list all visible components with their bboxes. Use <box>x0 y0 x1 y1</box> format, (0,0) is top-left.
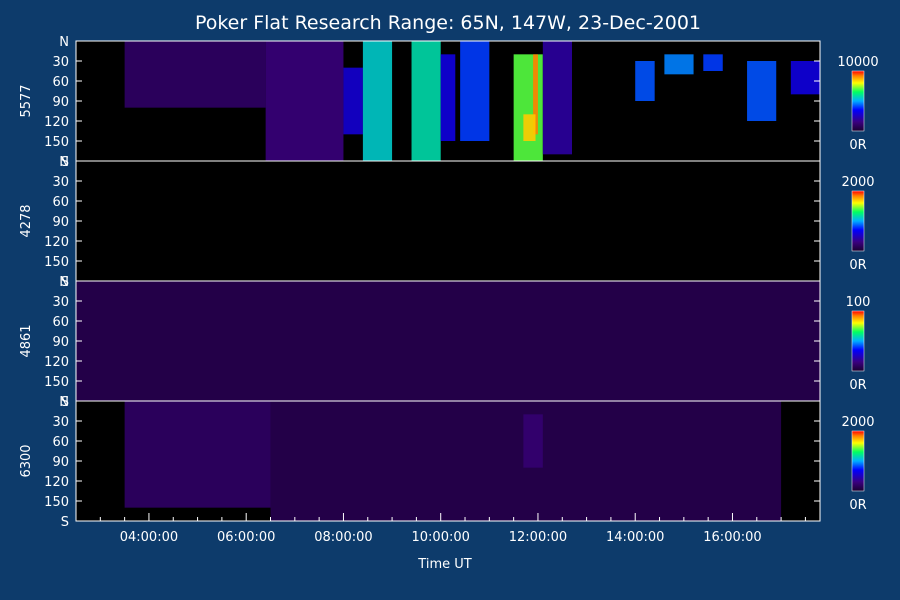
emission-region <box>124 41 266 108</box>
colorbar-4278: 2000 0R <box>841 175 874 273</box>
y-tick-label: N <box>59 395 69 410</box>
colorbar-max-label: 10000 <box>837 55 878 70</box>
emission-region <box>411 41 441 161</box>
y-tick-label: 150 <box>44 375 69 390</box>
panel-wavelength-label: 4278 <box>19 204 34 237</box>
colorbar-max-label: 2000 <box>841 415 874 430</box>
colorbar-min-label: 0R <box>849 378 866 393</box>
y-tick-label: 150 <box>44 255 69 270</box>
y-tick-label: 120 <box>44 475 69 490</box>
emission-region <box>703 54 723 71</box>
y-tick-label: 30 <box>52 415 69 430</box>
y-tick-label: N <box>59 155 69 170</box>
colorbar-min-label: 0R <box>849 498 866 513</box>
y-tick-label: 120 <box>44 355 69 370</box>
panel-wavelength-label: 6300 <box>19 444 34 477</box>
colorbar-min-label: 0R <box>849 258 866 273</box>
emission-region <box>362 41 393 161</box>
emission-region <box>523 114 536 141</box>
colorbar-min-label: 0R <box>849 138 866 153</box>
emission-region <box>635 61 655 101</box>
x-tick-label: 06:00:00 <box>217 530 275 545</box>
y-tick-label: 60 <box>52 315 69 330</box>
emission-region <box>343 67 363 135</box>
emission-region <box>790 61 820 95</box>
colorbar-scale <box>851 310 865 372</box>
x-tick-label: 14:00:00 <box>606 530 664 545</box>
y-tick-label: 150 <box>44 495 69 510</box>
colorbar-5577: 10000 0R <box>837 55 878 153</box>
x-tick-label: 16:00:00 <box>703 530 761 545</box>
emission-region <box>523 414 543 468</box>
y-tick-label: 60 <box>52 435 69 450</box>
panel-5577: N306090120150S5577100000R <box>19 35 879 170</box>
colorbar-4861: 100 0R <box>846 295 871 393</box>
colorbar-scale <box>851 70 865 132</box>
panel-4861: N306090120150S48611000R <box>19 275 870 410</box>
emission-region <box>440 54 456 142</box>
panel-6300: N 30 60 90 120 150 S 6300 2000 0R <box>19 395 875 530</box>
panel-wavelength-label: 5577 <box>19 84 34 117</box>
y-tick-label: S <box>61 515 69 530</box>
chart-title: Poker Flat Research Range: 65N, 147W, 23… <box>195 12 701 34</box>
y-tick-label: 90 <box>52 95 69 110</box>
emission-region <box>460 41 490 141</box>
y-tick-label: N <box>59 275 69 290</box>
y-tick-label: 30 <box>52 175 69 190</box>
y-tick-label: 120 <box>44 115 69 130</box>
y-tick-label: 90 <box>52 455 69 470</box>
y-tick-label: 90 <box>52 335 69 350</box>
y-tick-label: 150 <box>44 135 69 150</box>
panels-layer: N306090120150S5577100000RN306090120150S4… <box>19 35 879 530</box>
y-tick-label: 30 <box>52 295 69 310</box>
emission-region <box>76 281 820 401</box>
emission-region <box>542 41 572 155</box>
y-tick-label: N <box>59 35 69 50</box>
keogram-chart: Poker Flat Research Range: 65N, 147W, 23… <box>19 12 879 572</box>
emission-region <box>265 41 344 161</box>
y-tick-label: 120 <box>44 235 69 250</box>
emission-region <box>747 61 777 121</box>
x-tick-label: 12:00:00 <box>509 530 567 545</box>
emission-region <box>124 401 271 508</box>
y-tick-label: 60 <box>52 195 69 210</box>
x-axis-label: Time UT <box>417 557 471 572</box>
emission-region <box>664 54 694 75</box>
colorbar-max-label: 2000 <box>841 175 874 190</box>
x-tick-label: 10:00:00 <box>412 530 470 545</box>
panel-plot-area <box>76 161 820 281</box>
y-tick-label: 30 <box>52 55 69 70</box>
colorbar-6300: 2000 0R <box>841 415 874 513</box>
x-tick-label: 04:00:00 <box>120 530 178 545</box>
y-tick-label: 90 <box>52 215 69 230</box>
colorbar-scale <box>851 430 865 492</box>
emission-region <box>513 54 543 162</box>
x-tick-label: 08:00:00 <box>314 530 372 545</box>
panel-4278: N306090120150S427820000R <box>19 155 875 290</box>
colorbar-max-label: 100 <box>846 295 871 310</box>
y-tick-label: 60 <box>52 75 69 90</box>
panel-wavelength-label: 4861 <box>19 324 34 357</box>
colorbar-scale <box>851 190 865 252</box>
